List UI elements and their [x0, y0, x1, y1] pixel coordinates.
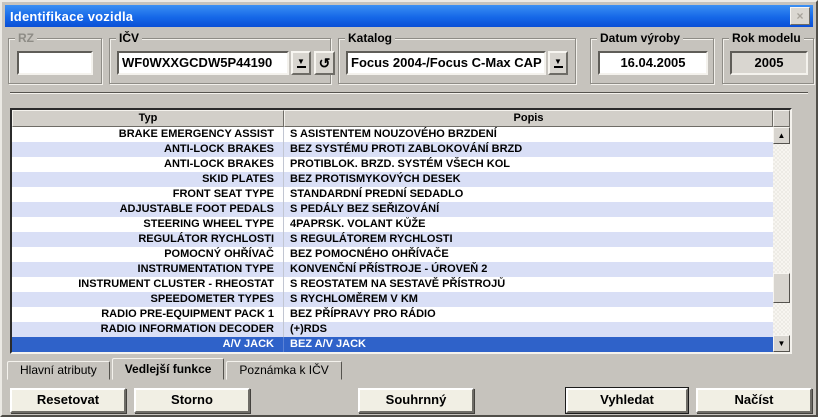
group-rz: RZ: [8, 38, 102, 84]
rok-modelu-label: Rok modelu: [729, 31, 804, 45]
cell-typ: A/V JACK: [12, 337, 284, 352]
drop-down-bar: [554, 66, 563, 68]
table-row[interactable]: POMOCNÝ OHŘÍVAČBEZ POMOCNÉHO OHŘÍVAČE: [12, 247, 773, 262]
cell-typ: POMOCNÝ OHŘÍVAČ: [12, 247, 284, 262]
close-icon: ×: [796, 9, 803, 23]
table-row[interactable]: RADIO INFORMATION DECODER(+)RDS: [12, 322, 773, 337]
table-row[interactable]: ADJUSTABLE FOOT PEDALSS PEDÁLY BEZ SEŘIZ…: [12, 202, 773, 217]
undo-arrow-icon: ↺: [319, 56, 331, 70]
scroll-down-arrow-icon: ▼: [778, 339, 786, 348]
table-row[interactable]: INSTRUMENT CLUSTER - RHEOSTATS REOSTATEM…: [12, 277, 773, 292]
cell-popis: BEZ POMOCNÉHO OHŘÍVAČE: [284, 247, 773, 262]
storno-button[interactable]: Storno: [134, 388, 250, 413]
group-rok-modelu: Rok modelu 2005: [722, 38, 814, 84]
nacist-button[interactable]: Načíst: [696, 388, 812, 413]
cell-popis: S PEDÁLY BEZ SEŘIZOVÁNÍ: [284, 202, 773, 217]
cell-typ: FRONT SEAT TYPE: [12, 187, 284, 202]
katalog-label: Katalog: [345, 31, 395, 45]
table-header: Typ Popis: [12, 110, 790, 127]
dialog-identifikace-vozidla: Identifikace vozidla × RZ IČV WF0WXXGCDW…: [0, 0, 818, 417]
cell-typ: ADJUSTABLE FOOT PEDALS: [12, 202, 284, 217]
cell-typ: ANTI-LOCK BRAKES: [12, 142, 284, 157]
cell-popis: S ASISTENTEM NOUZOVÉHO BRZDENÍ: [284, 127, 773, 142]
table-row[interactable]: RADIO PRE-EQUIPMENT PACK 1BEZ PŘÍPRAVY P…: [12, 307, 773, 322]
cell-popis: S RYCHLOMĚREM V KM: [284, 292, 773, 307]
cell-popis: S REGULÁTOREM RYCHLOSTI: [284, 232, 773, 247]
table-row[interactable]: ANTI-LOCK BRAKESBEZ SYSTÉMU PROTI ZABLOK…: [12, 142, 773, 157]
cell-popis: STANDARDNÍ PREDNÍ SEDADLO: [284, 187, 773, 202]
dialog-title: Identifikace vozidla: [5, 9, 133, 24]
cell-popis: (+)RDS: [284, 322, 773, 337]
cell-typ: INSTRUMENT CLUSTER - RHEOSTAT: [12, 277, 284, 292]
cell-popis: KONVENČNÍ PŘÍSTROJE - ÚROVEŇ 2: [284, 262, 773, 277]
icv-label: IČV: [116, 31, 142, 45]
close-button[interactable]: ×: [790, 7, 810, 25]
vertical-scrollbar[interactable]: ▲ ▼: [773, 127, 790, 352]
table-row[interactable]: INSTRUMENTATION TYPEKONVENČNÍ PŘÍSTROJE …: [12, 262, 773, 277]
table-row[interactable]: REGULÁTOR RYCHLOSTIS REGULÁTOREM RYCHLOS…: [12, 232, 773, 247]
souhrnny-button[interactable]: Souhrnný: [358, 388, 474, 413]
cell-popis: S REOSTATEM NA SESTAVĚ PŘÍSTROJŮ: [284, 277, 773, 292]
cell-typ: BRAKE EMERGENCY ASSIST: [12, 127, 284, 142]
table-row[interactable]: SKID PLATESBEZ PROTISMYKOVÝCH DESEK: [12, 172, 773, 187]
table-row[interactable]: STEERING WHEEL TYPE4PAPRSK. VOLANT KŮŽE: [12, 217, 773, 232]
vyhledat-button[interactable]: Vyhledat: [566, 388, 688, 413]
column-header-popis[interactable]: Popis: [284, 110, 773, 127]
scroll-up-button[interactable]: ▲: [773, 127, 790, 144]
resetovat-button[interactable]: Resetovat: [10, 388, 126, 413]
title-bar[interactable]: Identifikace vozidla ×: [5, 5, 813, 27]
icv-input[interactable]: WF0WXXGCDW5P44190: [117, 51, 289, 75]
table-row[interactable]: BRAKE EMERGENCY ASSISTS ASISTENTEM NOUZO…: [12, 127, 773, 142]
cell-popis: BEZ A/V JACK: [284, 337, 773, 352]
drop-down-arrow-icon: ▼: [554, 58, 562, 65]
rok-modelu-field: 2005: [730, 51, 808, 75]
katalog-combo[interactable]: Focus 2004-/Focus C-Max CAP (GC: [346, 51, 546, 75]
cell-typ: RADIO PRE-EQUIPMENT PACK 1: [12, 307, 284, 322]
scrollbar-thumb[interactable]: [773, 273, 790, 303]
table-body: BRAKE EMERGENCY ASSISTS ASISTENTEM NOUZO…: [12, 127, 773, 352]
drop-down-arrow-icon: ▼: [297, 58, 305, 65]
katalog-dropdown-button[interactable]: ▼: [548, 51, 568, 75]
cell-typ: SKID PLATES: [12, 172, 284, 187]
rz-input[interactable]: [17, 51, 93, 75]
cell-typ: SPEEDOMETER TYPES: [12, 292, 284, 307]
scroll-down-button[interactable]: ▼: [773, 335, 790, 352]
cell-typ: REGULÁTOR RYCHLOSTI: [12, 232, 284, 247]
group-katalog: Katalog Focus 2004-/Focus C-Max CAP (GC …: [338, 38, 576, 84]
tab-poznamka-k-icv[interactable]: Poznámka k IČV: [226, 361, 341, 380]
cell-typ: ANTI-LOCK BRAKES: [12, 157, 284, 172]
cell-typ: INSTRUMENTATION TYPE: [12, 262, 284, 277]
header-corner: [773, 110, 790, 127]
table-row[interactable]: FRONT SEAT TYPESTANDARDNÍ PREDNÍ SEDADLO: [12, 187, 773, 202]
attributes-table: Typ Popis BRAKE EMERGENCY ASSISTS ASISTE…: [10, 108, 792, 354]
cell-popis: 4PAPRSK. VOLANT KŮŽE: [284, 217, 773, 232]
cell-popis: BEZ PŘÍPRAVY PRO RÁDIO: [284, 307, 773, 322]
column-header-typ[interactable]: Typ: [12, 110, 284, 127]
scroll-up-arrow-icon: ▲: [778, 131, 786, 140]
tab-hlavni-atributy[interactable]: Hlavní atributy: [7, 361, 110, 380]
horizontal-separator: [10, 92, 808, 94]
table-row[interactable]: ANTI-LOCK BRAKESPROTIBLOK. BRZD. SYSTÉM …: [12, 157, 773, 172]
rz-label: RZ: [15, 31, 37, 45]
icv-dropdown-button[interactable]: ▼: [291, 51, 311, 75]
table-row[interactable]: SPEEDOMETER TYPESS RYCHLOMĚREM V KM: [12, 292, 773, 307]
group-icv: IČV WF0WXXGCDW5P44190 ▼ ↺: [109, 38, 331, 84]
cell-popis: BEZ PROTISMYKOVÝCH DESEK: [284, 172, 773, 187]
cell-typ: RADIO INFORMATION DECODER: [12, 322, 284, 337]
group-datum-vyroby: Datum výroby 16.04.2005: [590, 38, 714, 84]
table-row[interactable]: A/V JACKBEZ A/V JACK: [12, 337, 773, 352]
cell-popis: BEZ SYSTÉMU PROTI ZABLOKOVÁNÍ BRZD: [284, 142, 773, 157]
datum-vyroby-label: Datum výroby: [597, 31, 683, 45]
cell-typ: STEERING WHEEL TYPE: [12, 217, 284, 232]
icv-undo-button[interactable]: ↺: [314, 51, 335, 75]
drop-down-bar: [297, 66, 306, 68]
tab-vedlejsi-funkce[interactable]: Vedlejší funkce: [112, 358, 225, 380]
tab-strip: Hlavní atributy Vedlejší funkce Poznámka…: [7, 358, 344, 380]
datum-vyroby-input[interactable]: 16.04.2005: [598, 51, 708, 75]
cell-popis: PROTIBLOK. BRZD. SYSTÉM VŠECH KOL: [284, 157, 773, 172]
